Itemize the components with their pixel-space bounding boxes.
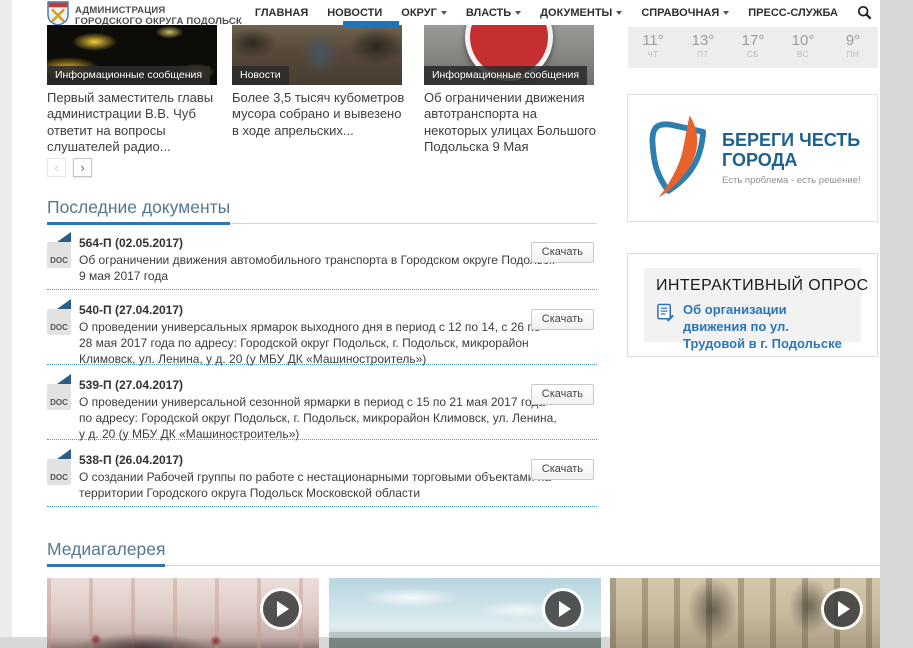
- active-nav-indicator: [343, 21, 399, 27]
- weather-day-label: ПТ: [678, 50, 728, 59]
- document-text: 564-П (02.05.2017) Об ограничении движен…: [79, 236, 557, 285]
- document-number: 539-П (27.04.2017): [79, 378, 557, 392]
- weather-day: 13° ПТ: [678, 27, 728, 68]
- news-category-badge[interactable]: Информационные сообщения: [47, 66, 210, 85]
- weather-temp: 10°: [778, 32, 828, 49]
- banner-title: БЕРЕГИ ЧЕСТЬ ГОРОДА: [722, 130, 861, 170]
- poll-inner-panel: ИНТЕРАКТИВНЫЙ ОПРОС Об организации движе…: [644, 268, 861, 342]
- chevron-down-icon: [616, 11, 622, 15]
- survey-doc-icon: [656, 302, 675, 328]
- document-number: 540-П (27.04.2017): [79, 303, 557, 317]
- download-button[interactable]: Скачать: [531, 459, 594, 480]
- document-description: Об ограничении движения автомобильного т…: [79, 253, 557, 285]
- nav-label: ВЛАСТЬ: [466, 7, 511, 19]
- chevron-down-icon: [515, 11, 521, 15]
- poll-heading: ИНТЕРАКТИВНЫЙ ОПРОС: [656, 277, 849, 295]
- nav-label: НОВОСТИ: [327, 7, 382, 19]
- banner-text: БЕРЕГИ ЧЕСТЬ ГОРОДА Есть проблема - есть…: [722, 130, 861, 186]
- nav-label: ПРЕСС-СЛУЖБА: [748, 7, 838, 19]
- document-description: О проведении универсальной сезонной ярма…: [79, 395, 557, 443]
- nav-label: ГЛАВНАЯ: [255, 7, 308, 19]
- shield-feather-logo-icon: [646, 111, 708, 206]
- poll-link[interactable]: Об организации движения по ул. Трудовой …: [656, 302, 849, 353]
- document-row: DOC 538-П (26.04.2017) О создании Рабоче…: [47, 447, 597, 507]
- document-row: DOC 540-П (27.04.2017) О проведении унив…: [47, 297, 597, 365]
- document-number: 538-П (26.04.2017): [79, 453, 557, 467]
- nav-item-documents[interactable]: ДОКУМЕНТЫ: [540, 7, 622, 19]
- document-description: О создании Рабочей группы по работе с не…: [79, 470, 557, 502]
- document-text: 538-П (26.04.2017) О создании Рабочей гр…: [79, 453, 557, 502]
- download-button[interactable]: Скачать: [531, 242, 594, 263]
- news-card-title[interactable]: Об ограничении движения автотранспорта н…: [424, 90, 600, 155]
- weather-day: 9° ПН: [828, 27, 878, 68]
- weather-day-label: ВС: [778, 50, 828, 59]
- news-card-title[interactable]: Более 3,5 тысяч кубометров мусора собран…: [232, 90, 408, 139]
- nav-item-reference[interactable]: СПРАВОЧНАЯ: [641, 7, 729, 19]
- nav-label: ОКРУГ: [401, 7, 437, 19]
- news-card-image[interactable]: Информационные сообщения: [47, 25, 217, 85]
- carousel-next-button[interactable]: ›: [73, 158, 92, 177]
- search-icon[interactable]: [857, 5, 872, 20]
- page-left-gutter: [0, 0, 12, 637]
- carousel-prev-button[interactable]: ‹: [47, 158, 66, 177]
- download-button[interactable]: Скачать: [531, 309, 594, 330]
- poll-link-text: Об организации движения по ул. Трудовой …: [683, 302, 849, 353]
- nav-item-news[interactable]: НОВОСТИ: [327, 7, 382, 19]
- nav-item-home[interactable]: ГЛАВНАЯ: [255, 7, 308, 19]
- media-section-heading: Медиагалерея: [47, 539, 880, 566]
- chevron-down-icon: [723, 11, 729, 15]
- video-thumbnail[interactable]: [47, 578, 319, 648]
- doc-file-icon: DOC: [47, 242, 71, 268]
- weather-day-label: ЧТ: [628, 50, 678, 59]
- doc-file-icon: DOC: [47, 384, 71, 410]
- city-honor-banner[interactable]: БЕРЕГИ ЧЕСТЬ ГОРОДА Есть проблема - есть…: [627, 94, 878, 222]
- nav-item-press-service[interactable]: ПРЕСС-СЛУЖБА: [748, 7, 838, 19]
- weather-day-label: ПН: [828, 50, 878, 59]
- weather-day-label: СБ: [728, 50, 778, 59]
- weather-widget: 11° ЧТ 13° ПТ 17° СБ 10° ВС 9° ПН: [628, 27, 878, 68]
- site-title: АДМИНИСТРАЦИЯ ГОРОДСКОГО ОКРУГА ПОДОЛЬСК: [75, 5, 242, 28]
- banner-tagline: Есть проблема - есть решение!: [722, 175, 861, 186]
- news-category-badge[interactable]: Новости: [232, 66, 289, 85]
- documents-section-heading: Последние документы: [47, 197, 597, 224]
- news-card-image[interactable]: Новости: [232, 25, 402, 85]
- nav-label: СПРАВОЧНАЯ: [641, 7, 719, 19]
- news-card-title[interactable]: Первый заместитель главы администрации В…: [47, 90, 223, 155]
- news-card-image[interactable]: Информационные сообщения: [424, 25, 594, 85]
- weather-day: 17° СБ: [728, 27, 778, 68]
- nav-item-district[interactable]: ОКРУГ: [401, 7, 447, 19]
- weather-temp: 13°: [678, 32, 728, 49]
- video-thumbnail[interactable]: [329, 578, 601, 648]
- doc-file-icon: DOC: [47, 459, 71, 485]
- interactive-poll-box: ИНТЕРАКТИВНЫЙ ОПРОС Об организации движе…: [627, 253, 878, 357]
- chevron-down-icon: [441, 11, 447, 15]
- document-number: 564-П (02.05.2017): [79, 236, 557, 250]
- document-row: DOC 564-П (02.05.2017) Об ограничении дв…: [47, 230, 597, 290]
- document-row: DOC 539-П (27.04.2017) О проведении унив…: [47, 372, 597, 440]
- weather-temp: 17°: [728, 32, 778, 49]
- play-icon[interactable]: [824, 591, 860, 627]
- play-icon[interactable]: [545, 591, 581, 627]
- nav-item-authority[interactable]: ВЛАСТЬ: [466, 7, 521, 19]
- nav-label: ДОКУМЕНТЫ: [540, 7, 612, 19]
- play-icon[interactable]: [263, 591, 299, 627]
- weather-temp: 11°: [628, 32, 678, 49]
- document-text: 540-П (27.04.2017) О проведении универса…: [79, 303, 557, 368]
- document-description: О проведении универсальных ярмарок выход…: [79, 320, 557, 368]
- doc-file-icon: DOC: [47, 309, 71, 335]
- download-button[interactable]: Скачать: [531, 384, 594, 405]
- weather-temp: 9°: [828, 32, 878, 49]
- document-text: 539-П (27.04.2017) О проведении универса…: [79, 378, 557, 443]
- weather-day: 10° ВС: [778, 27, 828, 68]
- weather-day: 11° ЧТ: [628, 27, 678, 68]
- video-thumbnail[interactable]: [610, 578, 880, 648]
- news-category-badge[interactable]: Информационные сообщения: [424, 66, 587, 85]
- main-navigation: ГЛАВНАЯ НОВОСТИ ОКРУГ ВЛАСТЬ ДОКУМЕНТЫ С…: [330, 0, 872, 25]
